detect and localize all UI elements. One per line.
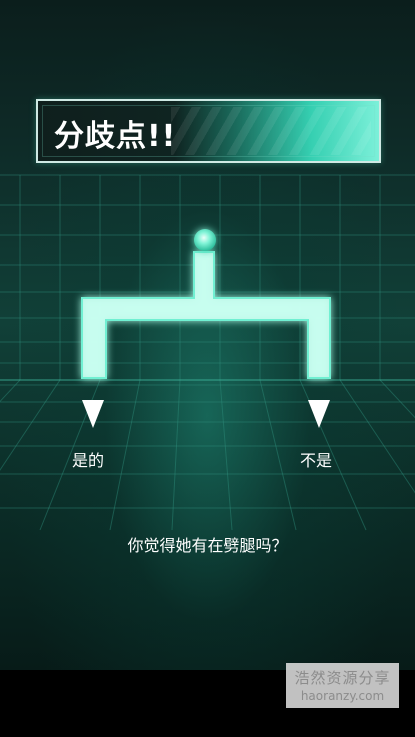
- progress-orb: [194, 229, 216, 251]
- watermark-url: haoranzy.com: [300, 689, 385, 703]
- branch-path: [81, 251, 331, 379]
- branch-diagram: [81, 229, 331, 428]
- choice-yes[interactable]: 是的: [72, 447, 104, 471]
- watermark-title: 浩然资源分享: [294, 669, 391, 687]
- grid-background: 分歧点!! 是的 不是 你觉得她有在劈腿吗？: [0, 0, 415, 670]
- game-screen: 分歧点!! 是的 不是 你觉得她有在劈腿吗？ 浩然资源分享 haoranzy.c…: [0, 0, 415, 737]
- choice-no[interactable]: 不是: [300, 447, 332, 471]
- right-arrow-icon: [308, 400, 330, 428]
- watermark: 浩然资源分享 haoranzy.com: [286, 663, 399, 708]
- question-text: 你觉得她有在劈腿吗？: [127, 536, 288, 555]
- left-arrow-icon: [82, 400, 104, 428]
